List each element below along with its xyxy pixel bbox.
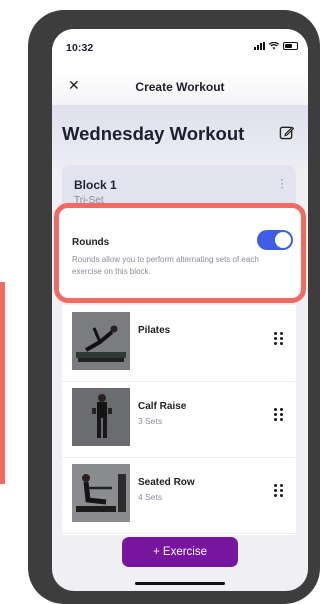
- rounds-card: Rounds Rounds allow you to perform alter…: [54, 203, 306, 303]
- exercise-name: Calf Raise: [138, 401, 187, 412]
- rounds-toggle[interactable]: [257, 230, 293, 250]
- drag-handle-icon[interactable]: [274, 332, 284, 346]
- edit-icon[interactable]: [279, 125, 294, 140]
- exercise-thumbnail: [72, 388, 130, 446]
- exercise-row[interactable]: Seated Row 4 Sets: [62, 457, 296, 534]
- add-exercise-button[interactable]: + Exercise: [122, 537, 238, 567]
- exercise-name: Pilates: [138, 325, 171, 336]
- status-time: 10:32: [66, 42, 94, 54]
- rounds-description: Rounds allow you to perform alternating …: [72, 255, 259, 276]
- page-title: Create Workout: [135, 80, 225, 94]
- app-screen: 10:32 ✕ Create Workout Wednesday Workout: [52, 29, 308, 591]
- drag-handle-icon[interactable]: [274, 408, 284, 422]
- exercise-list: Pilates Calf Raise 3 Sets Seated Row 4 S…: [62, 305, 296, 535]
- exercise-thumbnail: [72, 312, 130, 370]
- exercise-row[interactable]: Calf Raise 3 Sets: [62, 381, 296, 458]
- more-options-icon[interactable]: · · ·: [280, 173, 284, 193]
- nav-bar: ✕ Create Workout: [52, 69, 308, 105]
- exercise-sets: 3 Sets: [138, 416, 163, 426]
- phone-frame: 10:32 ✕ Create Workout Wednesday Workout: [28, 10, 320, 604]
- wifi-icon: [269, 42, 279, 50]
- exercise-thumbnail: [72, 464, 130, 522]
- home-indicator: [135, 582, 225, 585]
- exercise-name: Seated Row: [138, 477, 195, 488]
- status-bar: 10:32: [52, 29, 308, 69]
- signal-icon: [254, 42, 265, 50]
- rounds-title: Rounds: [72, 237, 110, 248]
- drag-handle-icon[interactable]: [274, 484, 284, 498]
- status-icons: [254, 42, 298, 50]
- highlight-edge-bar: [0, 282, 5, 484]
- exercise-row[interactable]: Pilates: [62, 305, 296, 382]
- battery-icon: [283, 42, 298, 50]
- exercise-sets: 4 Sets: [138, 492, 163, 502]
- block-title: Block 1: [74, 178, 117, 192]
- workout-title: Wednesday Workout: [62, 123, 245, 144]
